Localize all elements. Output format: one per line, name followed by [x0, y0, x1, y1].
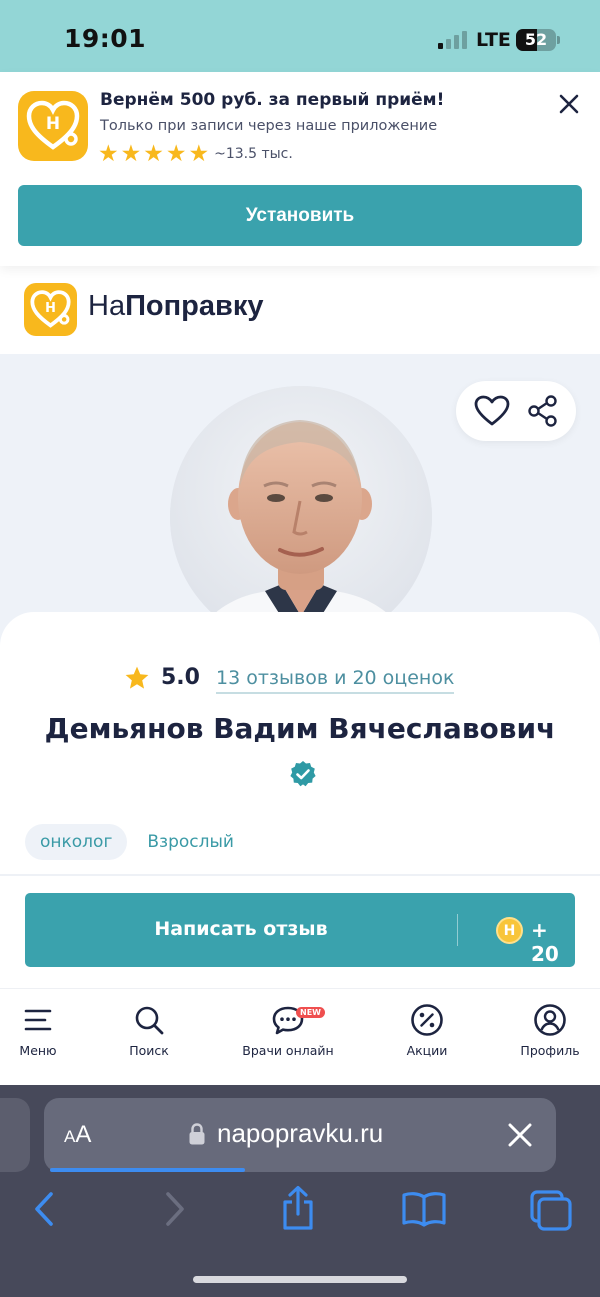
search-icon — [135, 1006, 164, 1035]
ratings-count: ~13.5 тыс. — [214, 146, 293, 162]
bonus-coin-icon: Н — [496, 917, 523, 944]
tag-age-group[interactable]: Взрослый — [145, 824, 236, 860]
promo-rating: ★ ★ ★ ★ ★ ~13.5 тыс. — [98, 141, 293, 167]
write-review-button[interactable]: Написать отзыв Н + 20 — [25, 893, 575, 967]
nav-label: Поиск — [129, 1043, 169, 1058]
nav-label: Меню — [19, 1043, 57, 1058]
app-promo-banner: Н Вернём 500 руб. за первый приём! Тольк… — [0, 72, 600, 266]
bottom-navigation: Меню Поиск NEW Врачи онлайн Акции Профил… — [0, 988, 600, 1085]
status-bar: 19:01 LTE 52 — [0, 0, 600, 72]
nav-item-doctors-online[interactable]: NEW Врачи онлайн — [233, 1005, 343, 1058]
text-size-large-a: A — [75, 1121, 92, 1148]
star-icon: ★ — [143, 141, 164, 167]
nav-label: Акции — [406, 1043, 448, 1058]
address-bar[interactable]: AA napopravku.ru — [44, 1098, 556, 1172]
tag-specialty[interactable]: онколог — [25, 824, 128, 860]
button-separator — [457, 914, 458, 946]
new-badge: NEW — [296, 1007, 325, 1018]
share-icon[interactable] — [280, 1185, 316, 1235]
rating-score: 5.0 — [161, 665, 200, 690]
back-icon[interactable] — [32, 1190, 56, 1232]
nav-item-profile[interactable]: Профиль — [495, 1004, 600, 1058]
cellular-signal-icon — [438, 31, 467, 49]
star-icon — [124, 665, 150, 691]
nav-item-search[interactable]: Поиск — [94, 1005, 204, 1058]
star-icon: ★ — [98, 141, 119, 167]
favorite-share-pill — [456, 381, 576, 441]
divider — [0, 874, 600, 876]
heart-icon[interactable] — [474, 395, 510, 427]
share-icon[interactable] — [528, 395, 558, 427]
page-load-progress — [50, 1168, 245, 1172]
lock-icon — [189, 1123, 205, 1145]
bonus-points: + 20 — [531, 918, 559, 966]
forward-icon[interactable] — [163, 1190, 187, 1232]
bookmarks-icon[interactable] — [401, 1191, 447, 1231]
logo-text-light: На — [88, 290, 126, 322]
rating-row: 5.0 13 отзывов и 20 оценок — [0, 663, 600, 695]
tabs-icon[interactable] — [529, 1189, 573, 1235]
verified-badge-icon — [289, 760, 317, 788]
percent-icon — [411, 1004, 443, 1036]
battery-icon: 52 — [516, 29, 556, 51]
status-time: 19:01 — [64, 24, 147, 53]
battery-cap — [557, 36, 560, 44]
nav-item-menu[interactable]: Меню — [0, 1005, 93, 1058]
site-header: Н НаПоправку — [0, 266, 600, 354]
doctor-hero — [0, 354, 600, 654]
browser-toolbar: AA napopravku.ru — [0, 1085, 600, 1297]
write-review-label: Написать отзыв — [154, 918, 328, 940]
battery-level: 52 — [524, 30, 548, 49]
profile-icon — [534, 1004, 566, 1036]
doctor-profile-card: 5.0 13 отзывов и 20 оценок Демьянов Вади… — [0, 612, 600, 874]
svg-text:Н: Н — [45, 301, 56, 316]
promo-subtitle: Только при записи через наше приложение — [100, 118, 438, 134]
doctor-photo — [170, 386, 432, 648]
text-size-button[interactable]: AA — [64, 1121, 91, 1149]
stop-loading-icon[interactable] — [507, 1122, 533, 1148]
nav-label: Врачи онлайн — [242, 1043, 334, 1058]
logo-text-bold: Поправку — [125, 290, 264, 322]
reviews-link[interactable]: 13 отзывов и 20 оценок — [216, 667, 455, 694]
star-icon: ★ — [120, 141, 142, 167]
site-logo[interactable]: НаПоправку — [88, 290, 263, 323]
home-indicator — [193, 1276, 407, 1283]
promo-title: Вернём 500 руб. за первый приём! — [100, 90, 445, 110]
menu-icon — [24, 1009, 52, 1031]
install-button[interactable]: Установить — [18, 185, 582, 246]
site-logo-icon[interactable]: Н — [24, 283, 77, 336]
svg-text:Н: Н — [46, 114, 60, 134]
previous-tab-preview[interactable] — [0, 1098, 30, 1172]
doctor-name: Демьянов Вадим Вячеславович — [44, 712, 556, 745]
close-icon[interactable] — [557, 92, 581, 116]
app-logo-icon: Н — [18, 91, 88, 161]
text-size-small-a: A — [64, 1127, 76, 1146]
network-type: LTE — [476, 29, 511, 51]
nav-item-promotions[interactable]: Акции — [372, 1004, 482, 1058]
specialty-tags: онколог Взрослый — [25, 824, 236, 860]
nav-label: Профиль — [520, 1043, 580, 1058]
star-icon: ★ — [165, 141, 187, 167]
star-icon: ★ — [188, 141, 210, 167]
url-text: napopravku.ru — [217, 1118, 384, 1148]
